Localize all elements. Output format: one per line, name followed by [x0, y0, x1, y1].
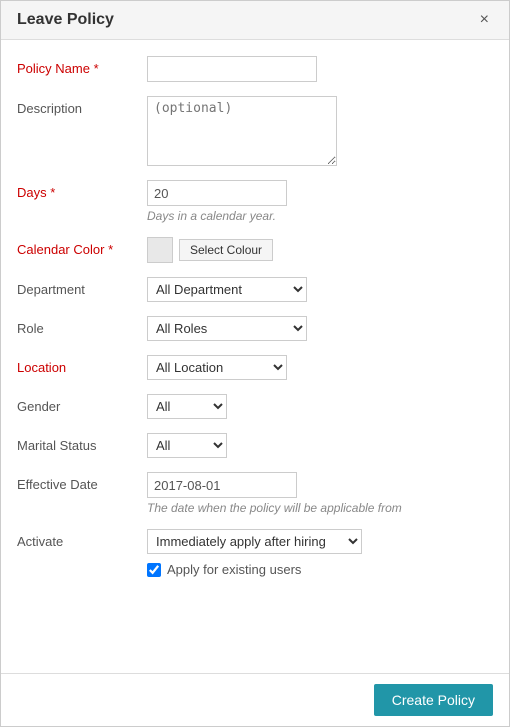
policy-name-input[interactable] — [147, 56, 317, 82]
effective-date-input[interactable] — [147, 472, 297, 498]
create-policy-button[interactable]: Create Policy — [374, 684, 493, 716]
description-row: Description — [17, 96, 485, 166]
marital-status-label: Marital Status — [17, 433, 147, 453]
location-label: Location — [17, 355, 147, 375]
gender-row: Gender All — [17, 394, 485, 419]
gender-select[interactable]: All — [147, 394, 227, 419]
description-input[interactable] — [147, 96, 337, 166]
gender-label: Gender — [17, 394, 147, 414]
calendar-color-label: Calendar Color * — [17, 237, 147, 257]
marital-status-row: Marital Status All — [17, 433, 485, 458]
role-label: Role — [17, 316, 147, 336]
leave-policy-dialog: Leave Policy × Policy Name * Description… — [0, 0, 510, 727]
dialog-body: Policy Name * Description Days * Days in… — [1, 40, 509, 673]
dialog-footer: Create Policy — [1, 673, 509, 726]
apply-existing-label: Apply for existing users — [167, 562, 301, 577]
policy-name-label: Policy Name * — [17, 56, 147, 76]
calendar-color-row: Calendar Color * Select Colour — [17, 237, 485, 263]
role-row: Role All Roles — [17, 316, 485, 341]
dialog-header: Leave Policy × — [1, 1, 509, 40]
effective-date-label: Effective Date — [17, 472, 147, 492]
policy-name-row: Policy Name * — [17, 56, 485, 82]
activate-label: Activate — [17, 529, 147, 549]
select-colour-button[interactable]: Select Colour — [179, 239, 273, 261]
dialog-title: Leave Policy — [17, 11, 114, 29]
days-hint: Days in a calendar year. — [147, 209, 485, 223]
activate-select[interactable]: Immediately apply after hiring — [147, 529, 362, 554]
department-label: Department — [17, 277, 147, 297]
days-row: Days * Days in a calendar year. — [17, 180, 485, 223]
effective-date-row: Effective Date The date when the policy … — [17, 472, 485, 515]
role-select[interactable]: All Roles — [147, 316, 307, 341]
apply-existing-checkbox[interactable] — [147, 563, 161, 577]
effective-date-hint: The date when the policy will be applica… — [147, 501, 485, 515]
department-row: Department All Department — [17, 277, 485, 302]
close-button[interactable]: × — [476, 12, 493, 28]
department-select[interactable]: All Department — [147, 277, 307, 302]
color-swatch — [147, 237, 173, 263]
days-input[interactable] — [147, 180, 287, 206]
marital-status-select[interactable]: All — [147, 433, 227, 458]
location-row: Location All Location — [17, 355, 485, 380]
location-select[interactable]: All Location — [147, 355, 287, 380]
days-label: Days * — [17, 180, 147, 200]
description-label: Description — [17, 96, 147, 116]
activate-row: Activate Immediately apply after hiring … — [17, 529, 485, 577]
